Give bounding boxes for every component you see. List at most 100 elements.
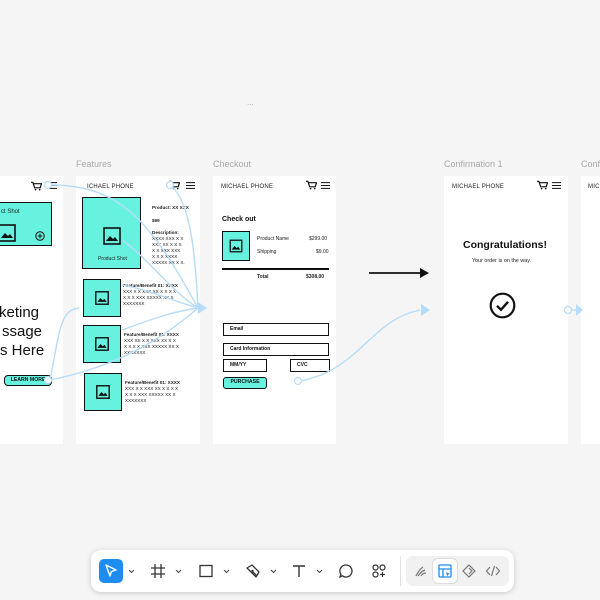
description-line: XXXXX XX X X. bbox=[152, 260, 185, 265]
frame-label-confirmation[interactable]: Confirmation 1 bbox=[444, 159, 503, 169]
marketing-line-3: s Here bbox=[0, 342, 45, 359]
divider bbox=[222, 268, 329, 270]
canvas-ellipsis: ... bbox=[247, 98, 254, 107]
frame-label-features[interactable]: Features bbox=[76, 159, 112, 169]
product-shot: Product Shot bbox=[82, 197, 141, 269]
brand-name: MICHAEL PHONE bbox=[452, 184, 505, 190]
frame-tool-button[interactable] bbox=[146, 559, 170, 583]
chevron-down-icon[interactable] bbox=[316, 568, 323, 575]
add-icon[interactable] bbox=[35, 231, 45, 241]
menu-icon bbox=[186, 182, 195, 189]
feature-title: Feature/Benefit 01: XXXX bbox=[124, 332, 179, 337]
check-circle-icon bbox=[489, 292, 516, 319]
cart-icon bbox=[537, 180, 548, 190]
feature-text: XXXXXXX bbox=[124, 350, 146, 355]
design-icon bbox=[438, 564, 452, 578]
product-label: Product: XX XXX bbox=[152, 205, 189, 210]
toolbar-divider bbox=[400, 556, 401, 586]
description-line: X X X XXXX bbox=[152, 254, 178, 259]
feature-text: XXXXXXX bbox=[123, 301, 145, 306]
learn-more-button[interactable]: LEARN MORE bbox=[4, 375, 52, 386]
feature-thumbnail bbox=[83, 325, 121, 363]
features-frame[interactable]: ICHAEL PHONE Product Shot Product: XX XX… bbox=[76, 176, 200, 444]
hero-product-shot-label: ct Shot bbox=[1, 209, 20, 215]
shape-tool-button[interactable] bbox=[194, 559, 218, 583]
cart-item-thumbnail bbox=[222, 231, 250, 261]
brand-name: MICHAEL PHONE bbox=[221, 184, 274, 190]
email-field[interactable]: Email bbox=[223, 323, 329, 336]
prototype-icon bbox=[462, 564, 476, 578]
design-toolbar bbox=[91, 550, 514, 592]
menu-icon bbox=[321, 182, 330, 189]
product-shot-label: Product Shot bbox=[98, 256, 127, 262]
confirmation-title: Congratulations! bbox=[463, 239, 547, 251]
text-tool-button[interactable] bbox=[287, 559, 311, 583]
product-name-label: Product Name bbox=[257, 236, 289, 242]
feature-title: Feature/Benefit 01: XXXX bbox=[123, 283, 178, 288]
frame-label-checkout[interactable]: Checkout bbox=[213, 159, 251, 169]
feature-text: XXX X X XXX XX X X X X bbox=[125, 386, 179, 391]
shipping-label: Shipping bbox=[257, 249, 277, 255]
prototype-mode-button[interactable] bbox=[457, 559, 481, 583]
rectangle-icon bbox=[199, 564, 213, 578]
feature-thumbnail bbox=[84, 373, 122, 411]
cart-icon bbox=[306, 180, 317, 190]
checkout-frame[interactable]: MICHAEL PHONE Check out Product Name $29… bbox=[213, 176, 336, 444]
draw-icon bbox=[415, 566, 427, 577]
image-icon bbox=[0, 224, 16, 242]
brand-name: MIC bbox=[588, 184, 600, 190]
pen-tool-button[interactable] bbox=[241, 559, 265, 583]
feature-text: X X X X XXX XXXXX XX X bbox=[124, 344, 179, 349]
chevron-down-icon[interactable] bbox=[128, 568, 135, 575]
flow-arrow bbox=[369, 268, 429, 278]
image-icon bbox=[102, 227, 121, 245]
chevron-down-icon[interactable] bbox=[175, 568, 182, 575]
brand-name: ICHAEL PHONE bbox=[87, 184, 134, 190]
feature-thumbnail bbox=[83, 279, 121, 317]
cvc-field[interactable]: CVC bbox=[290, 359, 330, 372]
components-icon bbox=[372, 564, 386, 578]
description-title: Description: bbox=[152, 230, 179, 235]
expiry-field[interactable]: MM/YY bbox=[223, 359, 267, 372]
comment-tool-button[interactable] bbox=[334, 559, 358, 583]
total-value: $308.00 bbox=[306, 274, 325, 280]
chevron-down-icon[interactable] bbox=[270, 568, 277, 575]
confirmation-frame[interactable]: MICHAEL PHONE Congratulations! Your orde… bbox=[444, 176, 568, 444]
shipping-price: $9.00 bbox=[316, 249, 329, 255]
image-icon bbox=[95, 291, 109, 305]
design-mode-button[interactable] bbox=[433, 559, 457, 583]
feature-text: X X X XXX XXXXX XX X bbox=[123, 295, 174, 300]
feature-text: XXX XX X X XXX XX X X bbox=[124, 338, 176, 343]
draw-mode-button[interactable] bbox=[409, 559, 433, 583]
product-price: $299.00 bbox=[309, 236, 328, 242]
cursor-icon bbox=[105, 564, 117, 577]
description-line: XXXX XXX X X bbox=[152, 236, 184, 241]
frame-icon bbox=[151, 564, 165, 578]
menu-icon bbox=[552, 182, 561, 189]
frame-label-conf-partial[interactable]: Conf bbox=[581, 159, 600, 169]
card-information-field[interactable]: Card Information bbox=[223, 343, 329, 356]
image-icon bbox=[229, 239, 243, 253]
home-frame[interactable]: ct Shot keting ssage s Here LEARN MORE bbox=[0, 176, 63, 444]
partial-frame[interactable]: MIC bbox=[581, 176, 600, 444]
product-price: $99 bbox=[152, 218, 160, 223]
hero-product-shot: ct Shot bbox=[0, 202, 52, 246]
move-tool-button[interactable] bbox=[99, 559, 123, 583]
feature-text: XXXXXXX bbox=[125, 398, 147, 403]
confirmation-subtitle: Your order is on the way. bbox=[472, 258, 532, 264]
total-label: Total bbox=[257, 274, 269, 280]
components-tool-button[interactable] bbox=[367, 559, 391, 583]
purchase-button[interactable]: PURCHASE bbox=[223, 377, 267, 389]
feature-title: Feature/Benefit 01: XXXX bbox=[125, 380, 180, 385]
feature-text: X X X XXX XXXXX XX X bbox=[125, 392, 176, 397]
checkout-title: Check out bbox=[222, 216, 256, 223]
pen-icon bbox=[246, 564, 260, 578]
connection-arrowhead bbox=[421, 304, 430, 316]
text-icon bbox=[293, 565, 305, 577]
chevron-down-icon[interactable] bbox=[223, 568, 230, 575]
feature-text: XXX X X XXX XX X X X X bbox=[123, 289, 177, 294]
cart-icon bbox=[169, 180, 180, 190]
marketing-line-1: keting bbox=[0, 304, 40, 321]
menu-icon bbox=[48, 182, 57, 189]
dev-mode-button[interactable] bbox=[481, 559, 505, 583]
